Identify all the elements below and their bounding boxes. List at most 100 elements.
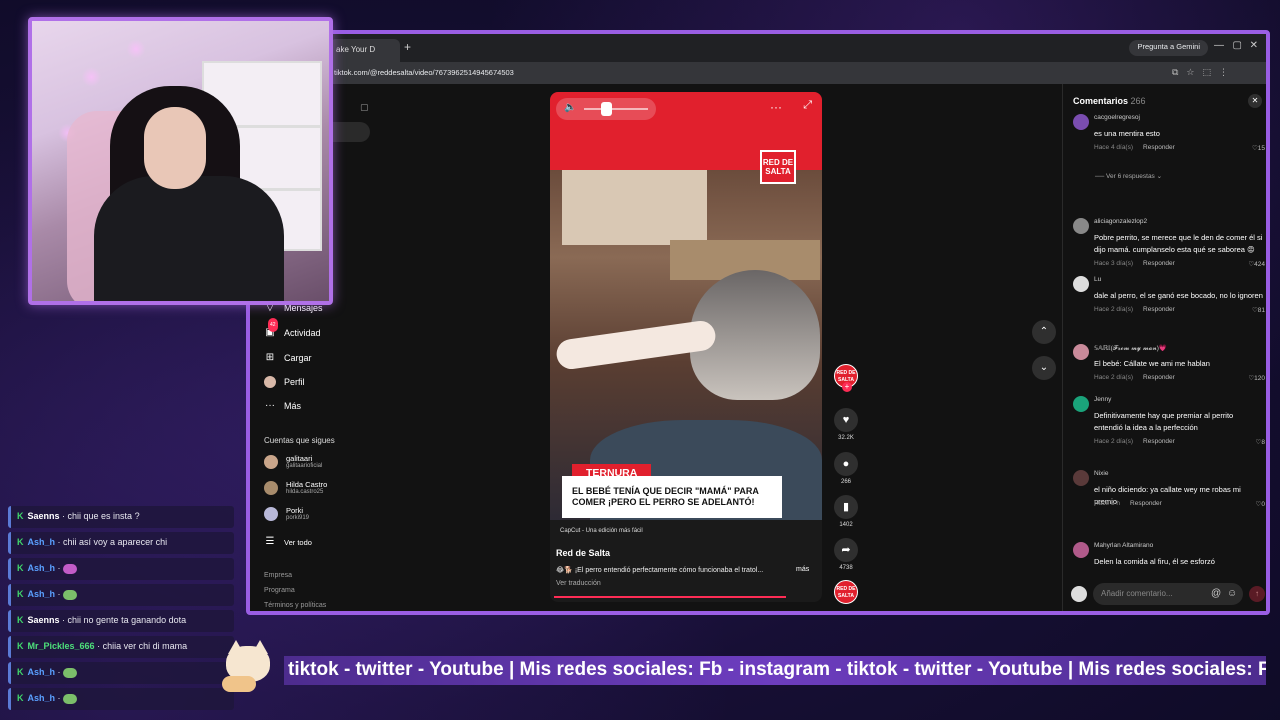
comment-like-button[interactable]: ♡120: [1248, 374, 1265, 382]
extensions-icon[interactable]: ⧉☆⬚⋮: [1172, 67, 1236, 78]
cat-mascot-icon: [220, 638, 276, 694]
view-replies-link[interactable]: ── Ver 6 respuestas ⌄: [1095, 172, 1162, 180]
comment-meta: Hace 5 h Responder: [1094, 500, 1162, 507]
speaker-icon[interactable]: 🔈: [564, 102, 576, 113]
avatar[interactable]: [1073, 276, 1089, 292]
avatar[interactable]: [1073, 218, 1089, 234]
gemini-button[interactable]: Pregunta a Gemini: [1129, 40, 1208, 56]
share-button[interactable]: ➦ 4738: [832, 538, 860, 571]
comment-user[interactable]: aliciagonzalezlop2: [1094, 218, 1147, 225]
reply-button[interactable]: Responder: [1143, 260, 1175, 267]
comment-time: Hace 4 día(s): [1094, 144, 1134, 151]
chat-username[interactable]: Ash_h: [28, 667, 56, 677]
chat-username[interactable]: Saenns: [28, 511, 60, 521]
mention-icon[interactable]: @: [1211, 588, 1221, 599]
chat-text: · chii no gente ta ganando dota: [62, 615, 187, 625]
tab-bar: ake Your D + Pregunta a Gemini — ▢ ✕: [250, 34, 1266, 62]
comment-text: Pobre perrito, se merece que le den de c…: [1094, 233, 1263, 254]
more-icon: ···: [265, 400, 275, 411]
more-link[interactable]: más: [796, 566, 809, 573]
volume-slider[interactable]: 🔈: [556, 98, 656, 120]
translate-link[interactable]: Ver traducción: [556, 580, 601, 587]
see-all-link[interactable]: ☰ Ver todo: [264, 536, 312, 548]
reply-button[interactable]: Responder: [1143, 144, 1175, 151]
like-button[interactable]: ♥ 32.2K: [832, 408, 860, 441]
avatar[interactable]: [1073, 344, 1089, 360]
footer-link[interactable]: Empresa: [264, 572, 292, 579]
comment-user[interactable]: 𝕊𝔸ℝ𝕀(𝓕𝓻𝓸𝓶 𝓶𝔂 𝓶𝓪𝓷)💗: [1094, 344, 1167, 353]
close-icon[interactable]: ✕: [1248, 94, 1262, 108]
maximize-button[interactable]: ▢: [1233, 40, 1242, 51]
comment-like-count: 424: [1254, 261, 1265, 268]
avatar[interactable]: [1073, 542, 1089, 558]
comment-user[interactable]: Mahyrlan Altamirano: [1094, 542, 1153, 549]
sidebar-item-perfil[interactable]: Perfil: [264, 376, 305, 388]
comment-user[interactable]: cacgoelregresoj: [1094, 114, 1140, 121]
send-button[interactable]: ↑: [1249, 586, 1265, 602]
video-author[interactable]: Red de Salta: [556, 548, 610, 558]
chat-username[interactable]: Ash_h: [28, 537, 56, 547]
avatar[interactable]: [1073, 114, 1089, 130]
comment-like-button[interactable]: ♡8: [1256, 438, 1265, 446]
comment-like-button[interactable]: ♡424: [1248, 260, 1265, 268]
music-disc[interactable]: RED DE SALTA: [832, 580, 860, 604]
emote-icon: [63, 667, 78, 678]
close-window-button[interactable]: ✕: [1250, 40, 1258, 51]
emoji-icon[interactable]: ☺: [1227, 588, 1237, 599]
comments-count: 266: [1130, 96, 1146, 106]
video-player[interactable]: 🔈 ··· ⤢ RED DE SALTA TERNURA EL BEBÉ TEN…: [550, 92, 822, 602]
next-video-button[interactable]: ⌄: [1032, 356, 1056, 380]
comment-like-count: 81: [1257, 307, 1265, 314]
comment-user[interactable]: Jenny: [1094, 396, 1111, 403]
account-item[interactable]: Porki porki919: [264, 506, 309, 521]
collapse-sidebar-icon[interactable]: ▢: [360, 102, 369, 113]
comment-button[interactable]: ● 266: [832, 452, 860, 485]
capcut-label[interactable]: CapCut - Una edición más fácil: [560, 528, 643, 534]
sidebar-item-mas[interactable]: ··· Más: [264, 400, 301, 412]
address-bar[interactable]: tiktok.com/@reddesalta/video/76739625149…: [250, 62, 1266, 84]
footer-link[interactable]: Programa: [264, 587, 295, 594]
chat-username[interactable]: Ash_h: [28, 589, 56, 599]
chat-username[interactable]: Saenns: [28, 615, 60, 625]
fullscreen-icon[interactable]: ⤢: [803, 99, 812, 112]
reply-button[interactable]: Responder: [1143, 374, 1175, 381]
comment-like-count: 0: [1261, 501, 1265, 508]
music-disc-icon: RED DE SALTA: [834, 580, 858, 604]
volume-knob[interactable]: [601, 102, 613, 116]
sidebar-item-actividad[interactable]: ▣ 42 Actividad: [264, 318, 321, 339]
video-progress-bar[interactable]: [554, 596, 787, 598]
share-icon: ➦: [834, 538, 858, 562]
reply-button[interactable]: Responder: [1130, 500, 1162, 507]
reply-button[interactable]: Responder: [1143, 306, 1175, 313]
comment-like-button[interactable]: ♡15: [1252, 144, 1265, 152]
heart-icon: ♥: [834, 408, 858, 432]
chat-username[interactable]: Ash_h: [28, 693, 56, 703]
comment-user[interactable]: Nixie: [1094, 470, 1108, 477]
previous-video-button[interactable]: ⌃: [1032, 320, 1056, 344]
comment-like-button[interactable]: ♡81: [1252, 306, 1265, 314]
account-item[interactable]: galitaari galitaarioficial: [264, 454, 322, 469]
reply-button[interactable]: Responder: [1143, 438, 1175, 445]
url-text[interactable]: tiktok.com/@reddesalta/video/76739625149…: [334, 68, 514, 77]
follow-plus-icon[interactable]: +: [842, 382, 852, 392]
new-tab-button[interactable]: +: [404, 40, 411, 54]
chat-text: · chiia ver chi di mama: [97, 641, 188, 651]
footer-link[interactable]: Términos y políticas: [264, 602, 326, 609]
streamer-body: [94, 176, 284, 301]
chat-username[interactable]: Mr_Pickles_666: [28, 641, 95, 651]
avatar: [264, 454, 278, 469]
save-button[interactable]: ▮ 1402: [832, 495, 860, 528]
browser-tab[interactable]: ake Your D: [330, 39, 400, 62]
sidebar-item-cargar[interactable]: ⊞ Cargar: [264, 352, 312, 364]
comment-user[interactable]: Lu: [1094, 276, 1101, 283]
minimize-button[interactable]: —: [1214, 40, 1224, 51]
video-menu-icon[interactable]: ···: [770, 100, 782, 114]
account-handle: galitaarioficial: [286, 463, 323, 469]
avatar[interactable]: [1073, 396, 1089, 412]
avatar[interactable]: [1073, 470, 1089, 486]
creator-avatar[interactable]: RED DE SALTA +: [832, 364, 860, 392]
view-replies-label: Ver 6 respuestas: [1106, 173, 1155, 180]
chat-username[interactable]: Ash_h: [28, 563, 56, 573]
comment-like-button[interactable]: ♡0: [1256, 500, 1265, 508]
account-item[interactable]: Hilda Castro hilda.castro25: [264, 480, 327, 495]
